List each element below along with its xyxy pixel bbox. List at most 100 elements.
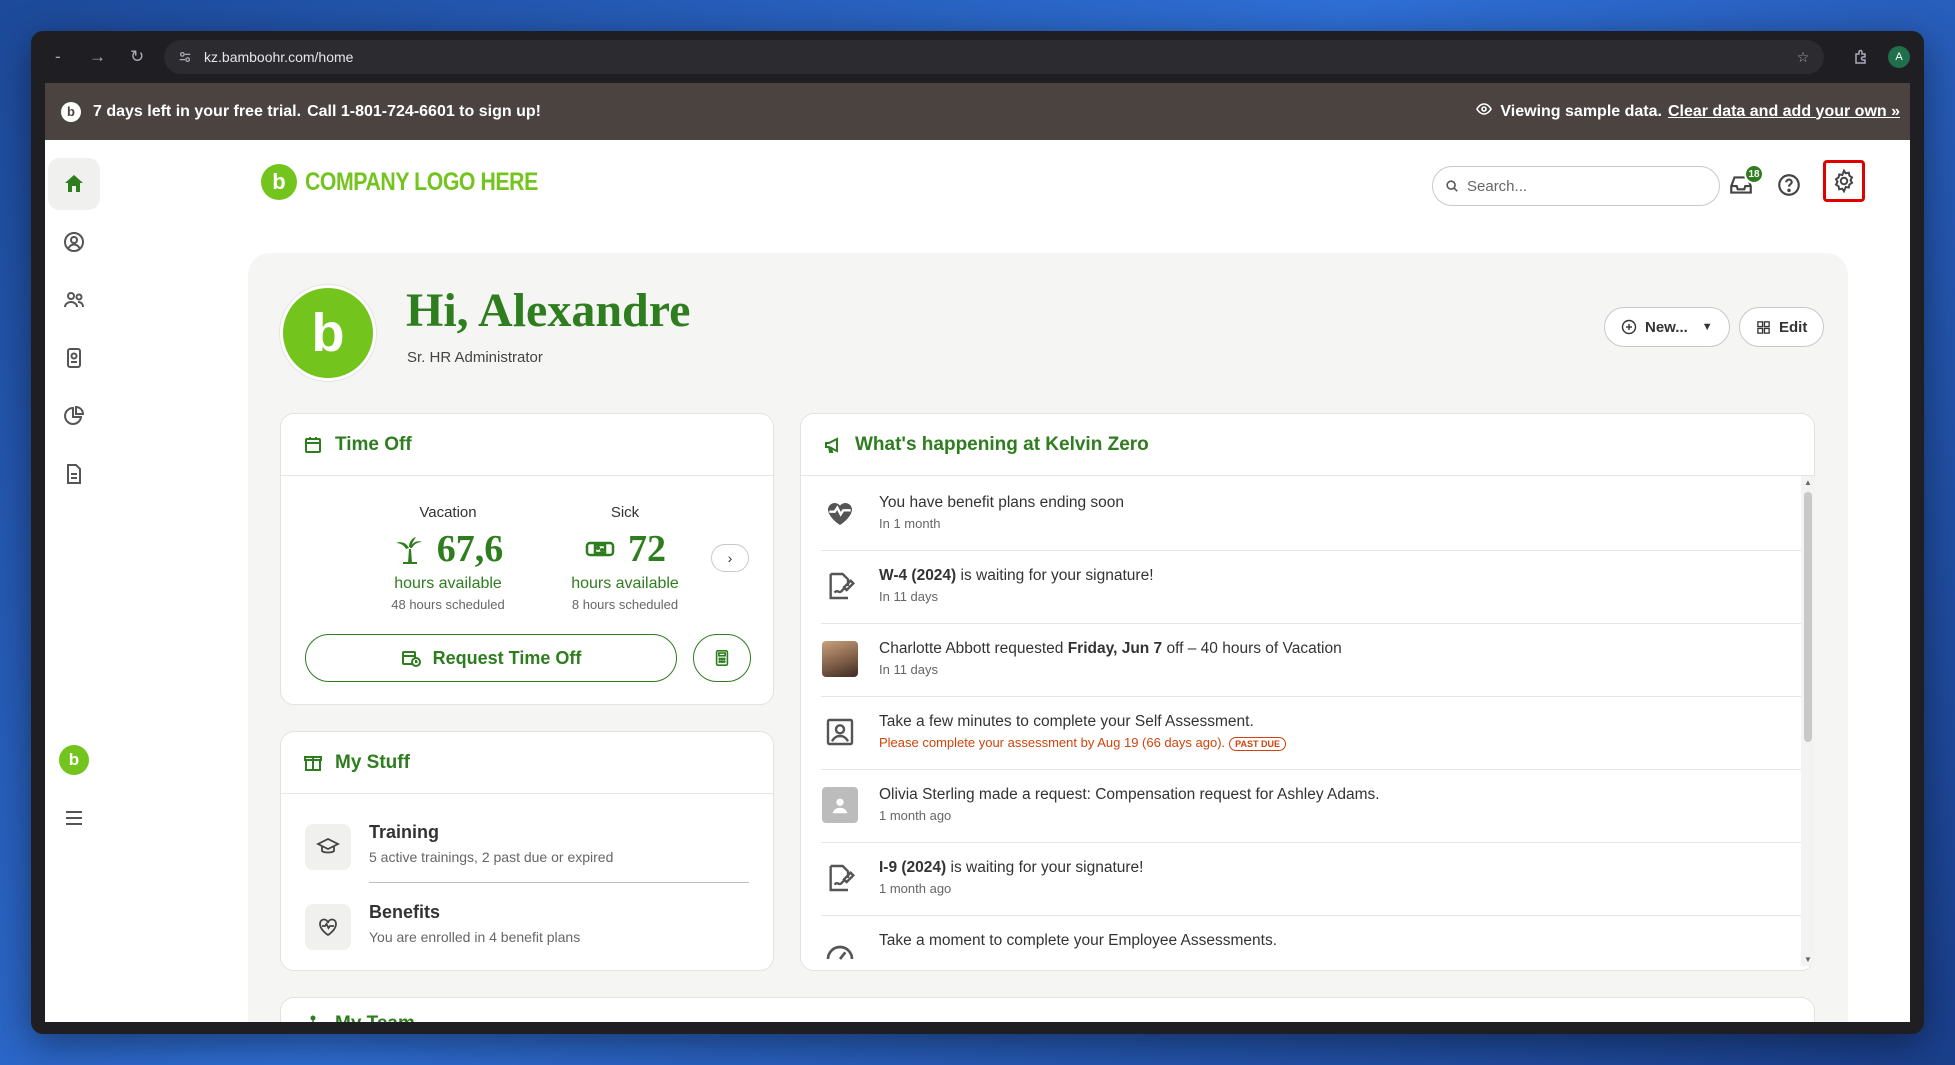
whats-happening-card: What's happening at Kelvin Zero You have… <box>800 413 1815 971</box>
my-stuff-card: My Stuff Training 5 active trainings, 2 … <box>280 731 774 971</box>
next-balance-button[interactable]: › <box>711 544 749 572</box>
signature-icon <box>821 567 859 605</box>
feed-text-bold: I-9 (2024) <box>879 859 947 876</box>
sidebar-item-files[interactable] <box>48 448 100 500</box>
site-info-icon[interactable] <box>176 48 194 66</box>
feed-text: off – 40 hours of Vacation <box>1162 640 1342 657</box>
feed-text: is waiting for your signature! <box>946 859 1144 876</box>
company-logo-text: COMPANY LOGO HERE <box>305 167 538 196</box>
trial-banner: b 7 days left in your free trial. Call 1… <box>45 83 1910 140</box>
forward-icon[interactable]: → <box>85 44 111 70</box>
time-off-title: Time Off <box>281 414 773 476</box>
sidebar-bamboo-logo[interactable]: b <box>48 734 100 786</box>
vacation-balance[interactable]: Vacation 67,6 hours available 48 hours s… <box>363 504 533 612</box>
profile-avatar[interactable]: A <box>1888 46 1911 68</box>
heart-pulse-icon <box>305 904 351 950</box>
feed-text: Charlotte Abbott requested <box>879 640 1068 657</box>
feed-text: Olivia Sterling made a request: Compensa… <box>879 786 1380 803</box>
feed-scrollbar[interactable]: ▲ ▼ <box>1801 476 1815 966</box>
list-item[interactable]: I-9 (2024) is waiting for your signature… <box>821 843 1801 916</box>
id-badge-icon <box>67 348 81 368</box>
list-item[interactable]: Take a moment to complete your Employee … <box>821 916 1801 962</box>
sidebar-menu-toggle[interactable] <box>48 792 100 844</box>
calendar-clock-icon <box>401 651 421 667</box>
palm-tree-icon <box>395 537 422 564</box>
bandage-icon <box>585 541 615 557</box>
caret-down-icon: ▼ <box>1701 321 1713 333</box>
vacation-hours: 67,6 <box>436 528 504 570</box>
inbox-count-badge: 18 <box>1744 164 1764 184</box>
vacation-scheduled: 48 hours scheduled <box>391 597 505 612</box>
sick-balance[interactable]: Sick 72 hours available 8 hours schedule… <box>540 504 710 612</box>
request-time-off-label: Request Time Off <box>432 647 582 668</box>
signature-icon <box>821 859 859 897</box>
bamboo-logo-icon: b <box>61 101 81 122</box>
new-button[interactable]: New... ▼ <box>1604 307 1730 347</box>
list-item[interactable]: W-4 (2024) is waiting for your signature… <box>821 551 1801 624</box>
list-item[interactable]: You have benefit plans ending soon In 1 … <box>821 478 1801 551</box>
back-icon[interactable]: - <box>45 44 71 70</box>
feed-text: Take a moment to complete your Employee … <box>879 932 1278 949</box>
address-bar[interactable]: kz.bamboohr.com/home ☆ <box>164 40 1825 74</box>
sidebar-item-people[interactable] <box>48 274 100 326</box>
inbox-button[interactable]: 18 <box>1726 164 1764 200</box>
divider <box>369 882 749 883</box>
bookmark-star-icon[interactable]: ☆ <box>1794 48 1812 66</box>
search-placeholder: Search... <box>1467 177 1528 195</box>
edit-button-label: Edit <box>1779 318 1808 336</box>
my-stuff-title: My Stuff <box>281 732 773 794</box>
grid-icon <box>1757 320 1770 334</box>
sidebar-item-home[interactable] <box>48 158 100 210</box>
list-item-benefits[interactable]: Benefits You are enrolled in 4 benefit p… <box>305 902 749 972</box>
heart-pulse-icon <box>821 494 859 532</box>
home-icon <box>65 175 83 192</box>
graduation-cap-icon <box>305 824 351 870</box>
self-assessment-icon <box>821 713 859 751</box>
browser-window: - → ↻ kz.bamboohr.com/home ☆ A b 7 days … <box>31 31 1924 1034</box>
scroll-thumb[interactable] <box>1804 492 1812 742</box>
people-icon <box>64 292 84 308</box>
user-avatar[interactable]: b <box>280 285 376 381</box>
avatar <box>821 640 859 678</box>
page: b 7 days left in your free trial. Call 1… <box>45 83 1910 1022</box>
reload-icon[interactable]: ↻ <box>124 44 150 70</box>
box-icon <box>304 755 322 771</box>
sidebar-item-my-info[interactable] <box>48 216 100 268</box>
sidebar-item-reports[interactable] <box>48 390 100 442</box>
feed-time: In 11 days <box>879 662 939 677</box>
time-off-title-text: Time Off <box>335 433 412 455</box>
eye-icon <box>1476 101 1493 122</box>
search-icon <box>1446 180 1458 192</box>
my-team-card: My Team <box>280 997 1815 1022</box>
sick-available: hours available <box>571 575 679 592</box>
help-button[interactable] <box>1774 170 1804 200</box>
feed-text-bold: Friday, Jun 7 <box>1067 640 1163 657</box>
home-panel: b Hi, Alexandre Sr. HR Administrator New… <box>248 253 1848 1022</box>
my-stuff-title-text: My Stuff <box>335 751 410 773</box>
edit-button[interactable]: Edit <box>1739 307 1825 347</box>
company-logo[interactable]: b COMPANY LOGO HERE <box>261 164 579 200</box>
settings-button[interactable] <box>1823 160 1865 202</box>
sidebar-item-hiring[interactable] <box>48 332 100 384</box>
pie-chart-icon <box>64 405 85 425</box>
feed-time: 1 month ago <box>879 808 952 823</box>
list-item[interactable]: Take a few minutes to complete your Self… <box>821 697 1801 770</box>
org-chart-icon <box>310 1015 316 1022</box>
calculator-button[interactable] <box>693 634 751 682</box>
list-item[interactable]: Olivia Sterling made a request: Compensa… <box>821 770 1801 843</box>
document-icon <box>67 464 81 484</box>
scroll-down-icon[interactable]: ▼ <box>1804 955 1812 964</box>
extensions-icon[interactable] <box>1852 48 1870 66</box>
greeting-title: Hi, Alexandre <box>406 284 691 337</box>
url-text[interactable]: kz.bamboohr.com/home <box>204 49 353 65</box>
clear-data-link[interactable]: Clear data and add your own » <box>1668 103 1900 121</box>
sidebar: b <box>45 140 105 1022</box>
list-item[interactable]: Charlotte Abbott requested Friday, Jun 7… <box>821 624 1801 697</box>
search-input[interactable]: Search... <box>1432 166 1720 206</box>
new-button-label: New... <box>1645 318 1688 336</box>
my-team-title-text: My Team <box>335 1013 415 1022</box>
page-header: b COMPANY LOGO HERE Search... 18 <box>105 140 1910 230</box>
request-time-off-button[interactable]: Request Time Off <box>305 634 677 682</box>
whats-happening-title-text: What's happening at Kelvin Zero <box>855 433 1149 455</box>
scroll-up-icon[interactable]: ▲ <box>1804 478 1812 487</box>
